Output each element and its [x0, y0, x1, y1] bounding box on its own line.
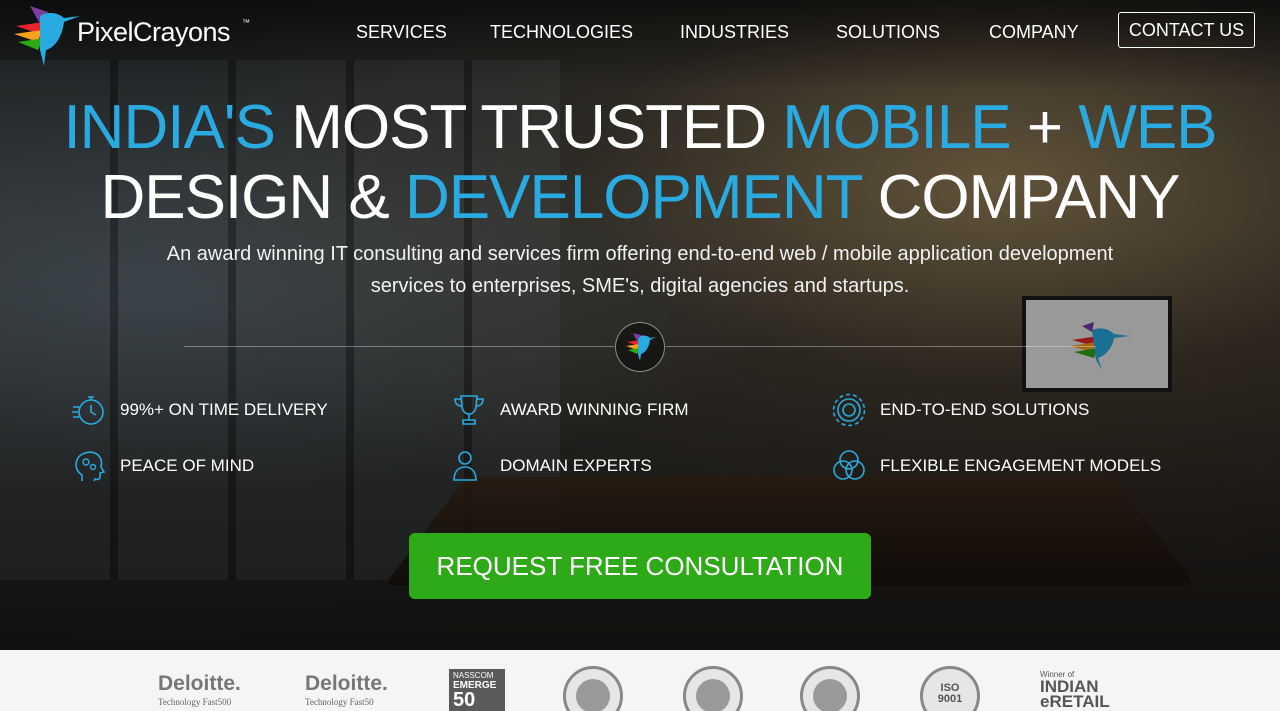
award-drupal-seal [563, 666, 623, 711]
feature-label: PEACE OF MIND [120, 456, 255, 475]
headline-india: INDIA'S [63, 93, 276, 162]
feature-flexible-engagement: FLEXIBLE ENGAGEMENT MODELS [832, 449, 1162, 483]
nav-industries[interactable]: INDUSTRIES [680, 22, 789, 44]
award-deloitte-fast50: Deloitte. Technology Fast50 [305, 650, 415, 711]
feature-domain-experts: DOMAIN EXPERTS [452, 449, 712, 483]
nav-technologies[interactable]: TECHNOLOGIES [490, 22, 633, 44]
head-gears-icon [75, 451, 106, 482]
nav-solutions[interactable]: SOLUTIONS [836, 22, 940, 44]
feature-label: 99%+ ON TIME DELIVERY [120, 400, 328, 419]
hero-subtitle: An award winning IT consulting and servi… [166, 243, 1114, 297]
award-magento-seal [800, 666, 860, 711]
headline-mobile: MOBILE [782, 93, 1011, 162]
bird-logo-icon [626, 333, 656, 361]
headline-web: WEB [1078, 93, 1217, 162]
headline-development: DEVELOPMENT [404, 163, 862, 232]
contact-us-button[interactable]: CONTACT US [1118, 12, 1255, 48]
headline-company: COMPANY [877, 163, 1181, 232]
trademark: ™ [242, 18, 250, 27]
award-iso-seal: ISO 9001 [920, 666, 980, 711]
site-header: PixelCrayons ™ SERVICES TECHNOLOGIES IND… [0, 0, 1280, 70]
divider-left [184, 346, 614, 347]
stopwatch-icon [72, 396, 104, 425]
deloitte-subtitle: Technology Fast50 [305, 697, 374, 707]
award-drupalcon-seal [683, 666, 743, 711]
headline-design: DESIGN & [100, 163, 389, 232]
brand-logo[interactable]: PixelCrayons ™ [14, 4, 254, 68]
feature-end-to-end: END-TO-END SOLUTIONS [832, 393, 1112, 427]
award-indian-eretail: Winner of INDIAN eRETAIL [1040, 670, 1110, 711]
nasscom-number: 50 [453, 689, 476, 711]
gear-icon [832, 393, 866, 427]
deloitte-logo: Deloitte. [305, 672, 388, 695]
drupal-drop-icon [696, 679, 730, 711]
magento-icon [813, 679, 847, 711]
brand-name: PixelCrayons [77, 17, 231, 47]
bird-logo-icon [14, 6, 80, 67]
feature-label: FLEXIBLE ENGAGEMENT MODELS [880, 456, 1162, 475]
deloitte-logo: Deloitte. [158, 672, 241, 695]
feature-on-time-delivery: 99%+ ON TIME DELIVERY [72, 393, 332, 427]
request-consultation-button[interactable]: REQUEST FREE CONSULTATION [409, 533, 871, 599]
feature-label: AWARD WINNING FIRM [500, 400, 689, 419]
headline-line-2: DESIGN & DEVELOPMENT COMPANY [0, 162, 1280, 233]
feature-label: DOMAIN EXPERTS [500, 456, 652, 475]
feature-peace-of-mind: PEACE OF MIND [72, 449, 332, 483]
indian-line2: eRETAIL [1040, 692, 1110, 711]
award-deloitte-fast500: Deloitte. Technology Fast500 [158, 650, 268, 711]
trophy-icon [454, 395, 484, 425]
divider-right [666, 346, 1096, 347]
nasscom-label: NASSCOM [453, 671, 494, 680]
headline-line-1: INDIA'S MOST TRUSTED MOBILE + WEB [0, 92, 1280, 163]
divider-badge [615, 322, 665, 372]
venn-circles-icon [833, 450, 865, 480]
deloitte-subtitle: Technology Fast500 [158, 697, 232, 707]
awards-strip: Deloitte. Technology Fast500 Deloitte. T… [0, 650, 1280, 711]
feature-award-winning: AWARD WINNING FIRM [452, 393, 712, 427]
nav-services[interactable]: SERVICES [356, 22, 447, 44]
nav-company[interactable]: COMPANY [989, 22, 1079, 44]
drupal-drop-icon [576, 679, 610, 711]
award-nasscom-emerge: NASSCOM EMERGE 50 [449, 669, 505, 711]
iso-line2: 9001 [937, 693, 963, 705]
headline-plus: + [1026, 93, 1063, 162]
feature-label: END-TO-END SOLUTIONS [880, 400, 1090, 419]
headline-most-trusted: MOST TRUSTED [291, 93, 767, 162]
user-icon [453, 451, 477, 481]
